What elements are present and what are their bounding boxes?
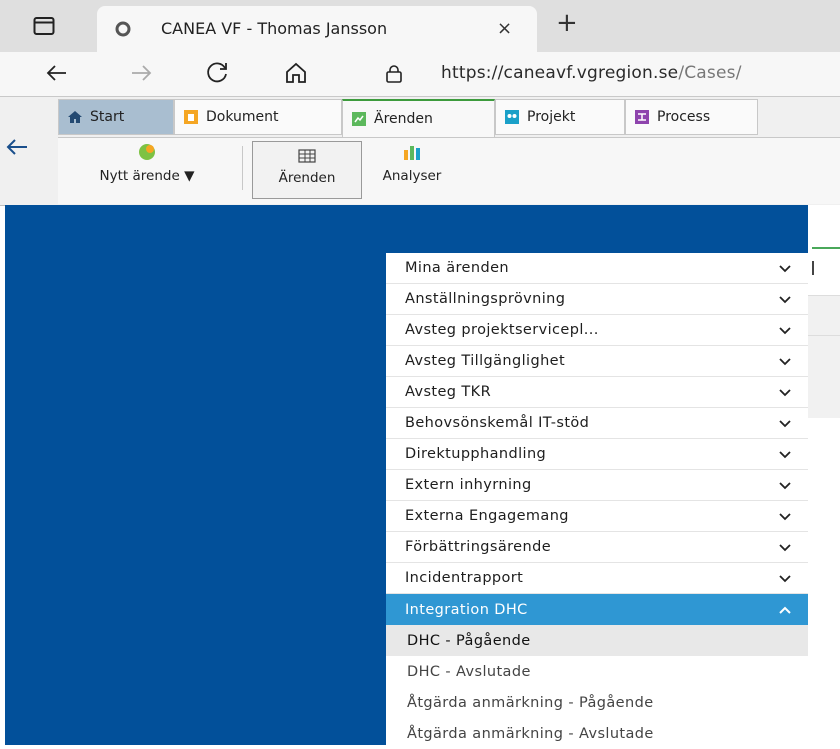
- chevron-down-icon: [779, 420, 791, 428]
- right-pane-row: [808, 335, 840, 418]
- lock-icon[interactable]: [385, 65, 403, 83]
- tab-arenden[interactable]: Ärenden: [342, 99, 495, 137]
- chevron-down-icon: [779, 358, 791, 366]
- menu-item[interactable]: Avsteg Tillgänglighet: [386, 346, 808, 377]
- forward-icon[interactable]: [128, 60, 154, 86]
- url-host: https://caneavf.vgregion.se: [441, 63, 679, 83]
- url-path: /Cases/: [678, 63, 742, 83]
- tab-close-button[interactable]: ×: [497, 18, 512, 39]
- window-menu-icon[interactable]: [33, 16, 55, 36]
- menu-item[interactable]: Mina ärenden: [386, 253, 808, 284]
- cases-view-button[interactable]: Ärenden: [252, 141, 362, 199]
- submenu-item[interactable]: DHC - Avslutade: [386, 656, 808, 687]
- menu-item-label: Incidentrapport: [405, 570, 524, 586]
- tab-dokument[interactable]: Dokument: [174, 99, 342, 135]
- menu-item-label: Förbättringsärende: [405, 539, 552, 555]
- chevron-down-icon: [779, 296, 791, 304]
- menu-item-label: Avsteg Tillgänglighet: [405, 353, 566, 369]
- bar-chart-icon: [404, 146, 420, 160]
- cases-view-label: Ärenden: [278, 170, 336, 186]
- chevron-down-icon: [779, 265, 791, 273]
- document-icon: [184, 110, 198, 124]
- menu-item[interactable]: Incidentrapport: [386, 563, 808, 594]
- submenu-item[interactable]: DHC - Pågående: [386, 625, 808, 656]
- menu-item[interactable]: Externa Engagemang: [386, 501, 808, 532]
- menu-item[interactable]: Avsteg projektservicepl...: [386, 315, 808, 346]
- chevron-down-icon: [779, 575, 791, 583]
- tab-title: CANEA VF - Thomas Jansson: [161, 19, 388, 38]
- browser-tab-strip: CANEA VF - Thomas Jansson × +: [0, 0, 840, 52]
- analyses-label: Analyser: [382, 168, 442, 184]
- cases-icon: [352, 112, 366, 126]
- back-icon[interactable]: [44, 60, 70, 86]
- home-icon[interactable]: [283, 60, 309, 86]
- menu-item[interactable]: Anställningsprövning: [386, 284, 808, 315]
- menu-item[interactable]: Direktupphandling: [386, 439, 808, 470]
- menu-item[interactable]: Avsteg TKR: [386, 377, 808, 408]
- canea-favicon-icon: [115, 21, 131, 37]
- toolbar-separator: [242, 146, 243, 190]
- new-tab-button[interactable]: +: [556, 10, 578, 36]
- tab-process-label: Process: [657, 109, 711, 125]
- app-ribbon: Start Dokument Ärenden Projekt Process N…: [0, 96, 840, 206]
- new-case-label: Nytt ärende ▼: [99, 168, 195, 184]
- menu-item-integration-dhc[interactable]: Integration DHC: [386, 594, 808, 625]
- refresh-icon[interactable]: [205, 60, 231, 86]
- menu-item[interactable]: Extern inhyrning: [386, 470, 808, 501]
- chevron-down-icon: [779, 513, 791, 521]
- right-content-pane: [808, 205, 840, 745]
- home-icon: [68, 111, 82, 123]
- tab-projekt-label: Projekt: [527, 109, 576, 125]
- submenu-item[interactable]: Åtgärda anmärkning - Pågående: [386, 687, 808, 718]
- menu-item-label: Externa Engagemang: [405, 508, 569, 524]
- chevron-down-icon: [779, 544, 791, 552]
- menu-item[interactable]: Behovsönskemål IT-stöd: [386, 408, 808, 439]
- chevron-down-icon: [779, 482, 791, 490]
- menu-item-label: Direktupphandling: [405, 446, 547, 462]
- url-text[interactable]: https://caneavf.vgregion.se/Cases/: [441, 63, 742, 83]
- ribbon-toolbar: Nytt ärende ▼ Ärenden Analyser: [58, 137, 840, 204]
- menu-item-label: Anställningsprövning: [405, 291, 566, 307]
- url-bar[interactable]: https://caneavf.vgregion.se/Cases/: [355, 55, 840, 93]
- address-bar-row: https://caneavf.vgregion.se/Cases/: [0, 52, 840, 96]
- new-case-icon: [139, 144, 155, 160]
- submenu-item[interactable]: Åtgärda anmärkning - Avslutade: [386, 718, 808, 749]
- menu-item-label: Extern inhyrning: [405, 477, 532, 493]
- case-type-menu: Mina ärenden Anställningsprövning Avsteg p…: [386, 253, 808, 749]
- tab-projekt[interactable]: Projekt: [495, 99, 625, 135]
- table-icon: [298, 149, 316, 163]
- menu-item-label: Avsteg TKR: [405, 384, 492, 400]
- chevron-down-icon: [779, 327, 791, 335]
- menu-item-label: Avsteg projektservicepl...: [405, 322, 599, 338]
- chevron-down-icon: [779, 451, 791, 459]
- right-pane-marker: [812, 261, 814, 275]
- right-pane-accent: [812, 247, 840, 249]
- project-icon: [505, 110, 519, 124]
- chevron-down-icon: [779, 389, 791, 397]
- chevron-up-icon: [779, 606, 791, 614]
- menu-item[interactable]: Förbättringsärende: [386, 532, 808, 563]
- new-case-button[interactable]: Nytt ärende ▼: [62, 142, 232, 184]
- app-back-arrow-icon[interactable]: [5, 135, 29, 159]
- browser-tab[interactable]: CANEA VF - Thomas Jansson ×: [97, 6, 537, 52]
- analyses-button[interactable]: Analyser: [370, 142, 454, 184]
- tab-dokument-label: Dokument: [206, 109, 279, 125]
- menu-item-label: Behovsönskemål IT-stöd: [405, 415, 590, 431]
- tab-start[interactable]: Start: [58, 99, 174, 135]
- right-pane-header: [808, 295, 840, 336]
- tab-process[interactable]: Process: [625, 99, 758, 135]
- tab-arenden-label: Ärenden: [374, 111, 433, 127]
- menu-item-label: Integration DHC: [405, 601, 528, 618]
- tab-start-label: Start: [90, 109, 125, 125]
- menu-item-label: Mina ärenden: [405, 260, 509, 276]
- process-icon: [635, 110, 649, 124]
